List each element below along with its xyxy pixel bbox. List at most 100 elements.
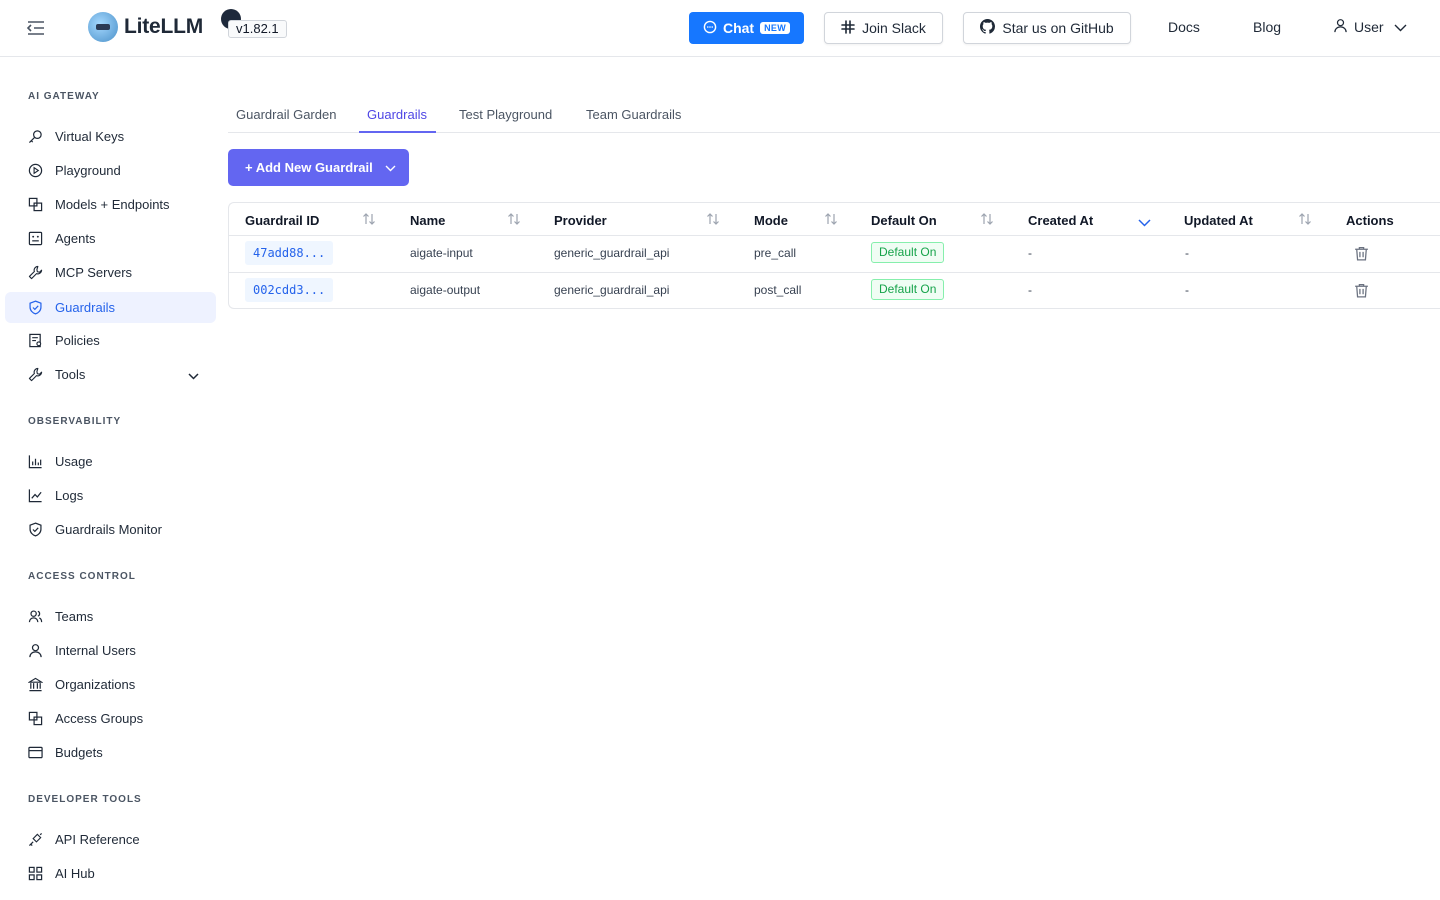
guardrail-name: aigate-output	[410, 283, 481, 297]
robot-icon	[27, 231, 43, 247]
sort-icon[interactable]	[824, 212, 838, 231]
line-chart-icon	[27, 488, 43, 504]
guardrail-provider: generic_guardrail_api	[554, 246, 670, 260]
sidebar-item-label: Policies	[55, 333, 100, 348]
sidebar-item-label: Access Groups	[55, 711, 144, 726]
section-title-ai-gateway: AI GATEWAY	[28, 91, 100, 102]
sidebar-item-label: Usage	[55, 454, 93, 469]
sidebar-item-label: Organizations	[55, 677, 136, 692]
column-header-mode[interactable]: Mode	[754, 213, 788, 228]
github-star-button[interactable]: Star us on GitHub	[963, 12, 1131, 44]
team-icon	[27, 609, 43, 625]
sidebar-item-ai-hub[interactable]: AI Hub	[5, 858, 216, 889]
sidebar-item-virtual-keys[interactable]: Virtual Keys	[5, 121, 216, 152]
key-icon	[27, 129, 43, 145]
sort-icon[interactable]	[362, 212, 376, 231]
blocks-icon	[27, 197, 43, 213]
sort-icon[interactable]	[706, 212, 720, 231]
sidebar-item-mcp-servers[interactable]: MCP Servers	[5, 257, 216, 288]
delete-guardrail-button[interactable]	[1353, 245, 1370, 267]
sidebar-item-label: AI Hub	[55, 866, 95, 881]
shield-check-icon	[27, 522, 43, 538]
blog-link[interactable]: Blog	[1253, 19, 1281, 35]
bank-icon	[27, 677, 43, 693]
chevron-down-icon	[188, 368, 199, 383]
join-slack-label: Join Slack	[862, 20, 926, 36]
sidebar-item-guardrails[interactable]: Guardrails	[5, 292, 216, 323]
sidebar-item-agents[interactable]: Agents	[5, 223, 216, 254]
sort-icon[interactable]	[507, 212, 521, 231]
sidebar-item-policies[interactable]: Policies	[5, 325, 216, 356]
sidebar-item-access-groups[interactable]: Access Groups	[5, 703, 216, 734]
sidebar: AI GATEWAY Virtual Keys Playground Model…	[0, 57, 224, 900]
guardrail-name: aigate-input	[410, 246, 473, 260]
table-row: 002cdd3... aigate-output generic_guardra…	[229, 272, 1440, 309]
table-row: 47add88... aigate-input generic_guardrai…	[229, 235, 1440, 272]
menu-toggle-icon[interactable]	[26, 19, 46, 37]
tab-guardrails[interactable]: Guardrails	[367, 107, 427, 122]
column-header-updated-at[interactable]: Updated At	[1184, 213, 1253, 228]
shield-check-icon	[27, 300, 43, 316]
column-header-default-on[interactable]: Default On	[871, 213, 937, 228]
sidebar-item-playground[interactable]: Playground	[5, 155, 216, 186]
new-badge: NEW	[760, 22, 791, 34]
user-icon	[1333, 18, 1348, 36]
sort-icon[interactable]	[1298, 212, 1312, 231]
join-slack-button[interactable]: Join Slack	[824, 12, 943, 44]
user-menu[interactable]: User	[1333, 18, 1407, 36]
sidebar-item-label: Guardrails Monitor	[55, 522, 162, 537]
add-new-guardrail-button[interactable]: + Add New Guardrail	[228, 149, 409, 186]
user-icon	[27, 643, 43, 659]
guardrail-id-chip[interactable]: 002cdd3...	[245, 278, 334, 302]
slack-icon	[841, 19, 855, 37]
sidebar-item-guardrails-monitor[interactable]: Guardrails Monitor	[5, 514, 216, 545]
sidebar-item-label: Playground	[55, 163, 121, 178]
app-logo[interactable]: LiteLLM	[88, 12, 203, 42]
guardrail-id-chip[interactable]: 47add88...	[245, 241, 334, 265]
guardrail-mode: pre_call	[754, 246, 797, 260]
tab-test-playground[interactable]: Test Playground	[459, 107, 552, 122]
column-header-actions: Actions	[1346, 213, 1394, 228]
bar-chart-icon	[27, 454, 43, 470]
sidebar-item-budgets[interactable]: Budgets	[5, 737, 216, 768]
sidebar-item-label: API Reference	[55, 832, 140, 847]
sidebar-item-label: MCP Servers	[55, 265, 133, 280]
guardrail-updated-at: -	[1185, 246, 1189, 260]
sort-descending-icon[interactable]	[1138, 214, 1151, 232]
policy-doc-icon	[27, 333, 43, 349]
default-on-badge: Default On	[871, 279, 945, 300]
guardrail-mode: post_call	[754, 283, 802, 297]
sidebar-item-models-endpoints[interactable]: Models + Endpoints	[5, 189, 216, 220]
version-badge: v1.82.1	[228, 20, 287, 38]
sidebar-item-organizations[interactable]: Organizations	[5, 669, 216, 700]
chat-button-label: Chat	[722, 20, 755, 36]
delete-guardrail-button[interactable]	[1353, 282, 1370, 304]
sidebar-item-label: Virtual Keys	[55, 129, 125, 144]
trash-icon	[1355, 247, 1368, 261]
sort-icon[interactable]	[980, 212, 994, 231]
docs-link[interactable]: Docs	[1168, 19, 1200, 35]
sidebar-item-label: Agents	[55, 231, 96, 246]
api-icon	[27, 832, 43, 848]
column-header-provider[interactable]: Provider	[554, 213, 607, 228]
top-header: LiteLLM v1.82.1 Chat NEW Join Slack Star…	[0, 0, 1440, 57]
sidebar-item-tools[interactable]: Tools	[5, 359, 216, 390]
chat-button[interactable]: Chat NEW	[689, 12, 804, 44]
column-header-name[interactable]: Name	[410, 213, 445, 228]
column-header-created-at[interactable]: Created At	[1028, 213, 1093, 228]
sidebar-item-teams[interactable]: Teams	[5, 601, 216, 632]
app-grid-icon	[27, 866, 43, 882]
sidebar-item-usage[interactable]: Usage	[5, 446, 216, 477]
wallet-icon	[27, 745, 43, 761]
column-header-guardrail-id[interactable]: Guardrail ID	[245, 213, 319, 228]
sidebar-item-internal-users[interactable]: Internal Users	[5, 635, 216, 666]
tab-team-guardrails[interactable]: Team Guardrails	[586, 107, 681, 122]
sidebar-item-api-reference[interactable]: API Reference	[5, 824, 216, 855]
user-menu-label: User	[1354, 19, 1384, 35]
add-new-guardrail-label: + Add New Guardrail	[245, 160, 373, 175]
sidebar-item-logs[interactable]: Logs	[5, 480, 216, 511]
tab-guardrail-garden[interactable]: Guardrail Garden	[236, 107, 336, 122]
block-group-icon	[27, 711, 43, 727]
trash-icon	[1355, 284, 1368, 298]
section-title-access-control: ACCESS CONTROL	[28, 571, 136, 582]
